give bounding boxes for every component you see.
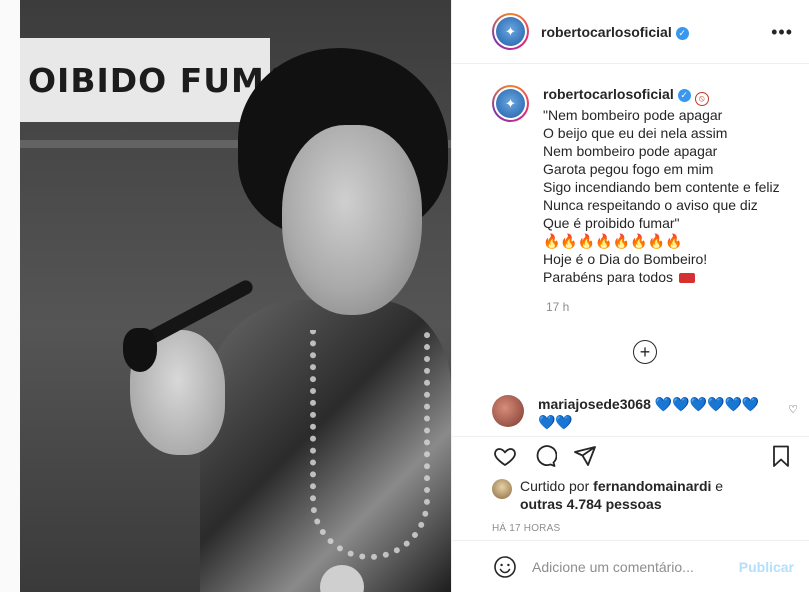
post-photo[interactable]: OIBIDO FUMAR — [20, 0, 451, 592]
liked-by-text: Curtido por fernandomainardi e outras 4.… — [520, 477, 723, 513]
liked-by: Curtido por fernandomainardi e outras 4.… — [492, 477, 794, 513]
photo-sign: OIBIDO FUMAR — [20, 38, 317, 122]
caption-text: robertocarlosoficial ✓ ⦸ "Nem bombeiro pod… — [543, 85, 780, 286]
post-side-panel: ✦ robertocarlosoficial ✓ ••• ✦ robertocar… — [451, 0, 809, 592]
liker-avatar[interactable] — [492, 479, 512, 499]
liker-username[interactable]: fernandomainardi — [593, 478, 711, 494]
load-more-comments-button[interactable]: + — [633, 340, 657, 364]
liked-by-prefix: Curtido por — [520, 478, 590, 494]
comments-section[interactable]: ✦ robertocarlosoficial ✓ ⦸ "Nem bombeiro p… — [452, 65, 809, 435]
verified-badge-icon: ✓ — [677, 89, 691, 102]
caption-line: Garota pegou fogo em mim — [543, 161, 714, 177]
fire-emojis: 🔥🔥🔥🔥🔥🔥🔥🔥 — [543, 233, 683, 249]
commenter-username[interactable]: mariajosede3068 — [538, 396, 651, 412]
post-author-avatar[interactable]: ✦ — [492, 13, 529, 50]
caption-line: Hoje é o Dia do Bombeiro! — [543, 251, 708, 267]
author-logo-icon: ✦ — [496, 89, 525, 118]
comment-item: mariajosede3068 💙💙💙💙💙💙💙💙 ♡ — [492, 395, 798, 431]
fire-truck-emoji-icon — [678, 273, 695, 283]
post-header: ✦ robertocarlosoficial ✓ ••• — [452, 0, 809, 64]
comment-like-heart-icon[interactable]: ♡ — [788, 403, 798, 416]
like-heart-icon[interactable] — [492, 443, 518, 469]
comment-text: mariajosede3068 💙💙💙💙💙💙💙💙 — [538, 395, 768, 431]
post-actions: Curtido por fernandomainardi e outras 4.… — [452, 436, 809, 534]
more-options-icon[interactable]: ••• — [771, 22, 793, 43]
action-icons-row — [492, 441, 794, 471]
caption-line: O beijo que eu dei nela assim — [543, 125, 728, 141]
post-timestamp[interactable]: HÁ 17 HORAS — [492, 523, 794, 534]
photo-necklace — [310, 330, 430, 560]
emoji-picker-icon[interactable] — [492, 554, 518, 580]
caption-line: "Nem bombeiro pode apagar — [543, 107, 723, 123]
comment-input[interactable] — [532, 558, 739, 575]
photo-pipe-bowl — [123, 328, 157, 372]
caption-author-avatar[interactable]: ✦ — [492, 85, 529, 122]
publish-button[interactable]: Publicar — [739, 559, 794, 575]
verified-badge-icon: ✓ — [675, 26, 689, 40]
author-username-text[interactable]: robertocarlosoficial — [541, 24, 672, 40]
likes-count[interactable]: outras 4.784 pessoas — [520, 496, 662, 512]
no-smoking-emoji-icon: ⦸ — [694, 92, 709, 106]
save-bookmark-icon[interactable] — [768, 443, 794, 469]
caption-line: Sigo incendiando bem contente e feliz — [543, 179, 780, 195]
caption-username[interactable]: robertocarlosoficial — [543, 86, 674, 102]
commenter-avatar[interactable] — [492, 395, 524, 427]
share-paper-plane-icon[interactable] — [572, 443, 598, 469]
add-comment-bar: Publicar — [452, 540, 809, 592]
post-author-username[interactable]: robertocarlosoficial ✓ — [541, 24, 689, 40]
post-caption: ✦ robertocarlosoficial ✓ ⦸ "Nem bombeiro p… — [452, 65, 809, 286]
caption-time[interactable]: 17 h — [546, 300, 809, 314]
author-logo-icon: ✦ — [496, 17, 525, 46]
caption-line: Nunca respeitando o aviso que diz — [543, 197, 758, 213]
caption-line: Que é proibido fumar" — [543, 215, 680, 231]
liked-by-conjunction: e — [715, 478, 724, 494]
comment-bubble-icon[interactable] — [532, 443, 558, 469]
caption-line: Nem bombeiro pode apagar — [543, 143, 718, 159]
caption-line: Parabéns para todos — [543, 269, 673, 285]
photo-figure-face — [282, 125, 422, 315]
